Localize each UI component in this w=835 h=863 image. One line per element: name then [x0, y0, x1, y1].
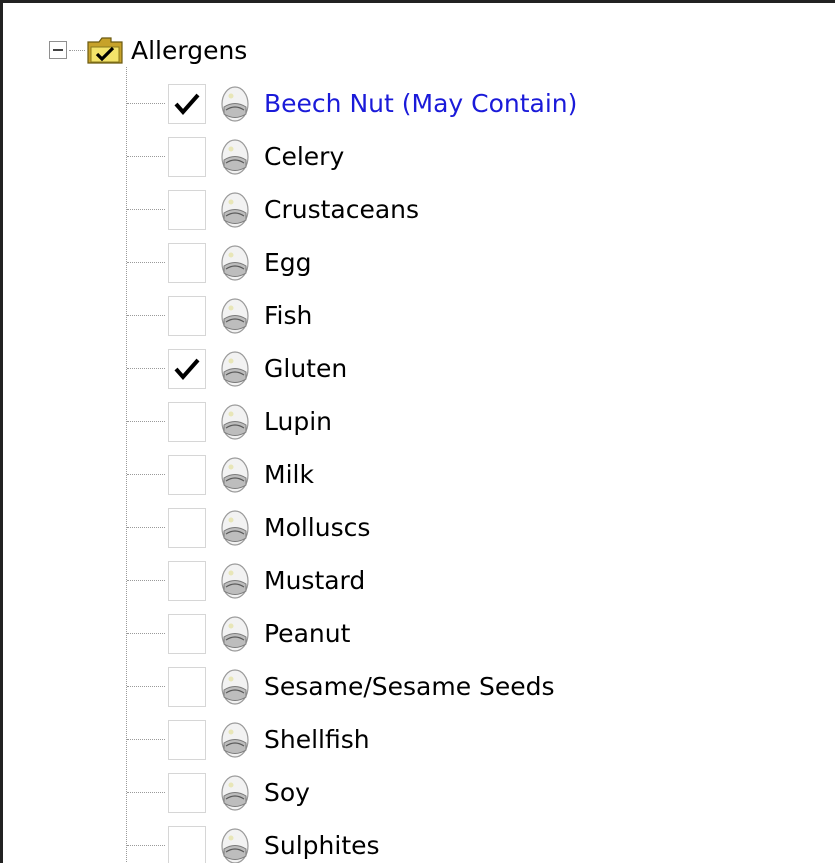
allergen-node-icon [221, 297, 249, 334]
node-checkbox[interactable] [168, 189, 206, 230]
node-checkbox[interactable] [168, 560, 206, 601]
tree-node[interactable]: Sulphites [127, 819, 577, 863]
tree-node[interactable]: Fish [127, 289, 577, 342]
node-checkbox[interactable] [168, 825, 206, 863]
allergen-tree-panel[interactable]: Allergens Beech Nut (May Contain) Celery C… [0, 0, 835, 863]
tree-root-label: Allergens [131, 35, 248, 65]
node-checkbox[interactable] [168, 613, 206, 654]
node-checkbox[interactable] [168, 83, 206, 124]
node-label: Lupin [264, 407, 332, 436]
tree-connector-line [127, 315, 165, 316]
tree-node[interactable]: Crustaceans [127, 183, 577, 236]
allergen-node-icon [221, 244, 249, 281]
node-checkbox[interactable] [168, 772, 206, 813]
tree-node[interactable]: Shellfish [127, 713, 577, 766]
node-label: Crustaceans [264, 195, 420, 224]
tree-connector-line [127, 103, 165, 104]
allergen-node-icon [221, 774, 249, 811]
allergen-node-icon [221, 509, 249, 546]
node-label: Sulphites [264, 831, 380, 860]
allergen-node-icon [221, 456, 249, 493]
allergen-node-icon [221, 668, 249, 705]
tree-connector-line [127, 845, 165, 846]
node-checkbox[interactable] [168, 242, 206, 283]
tree-node[interactable]: Milk [127, 448, 577, 501]
node-label: Sesame/Sesame Seeds [264, 672, 555, 701]
collapse-minus-icon[interactable] [49, 41, 67, 59]
allergen-node-icon [221, 85, 249, 122]
tree-connector-line [69, 49, 85, 51]
allergen-node-list: Beech Nut (May Contain) Celery Crustaceans… [127, 77, 577, 863]
tree-node[interactable]: Egg [127, 236, 577, 289]
tree-node[interactable]: Lupin [127, 395, 577, 448]
allergen-node-icon [221, 562, 249, 599]
tree-connector-line [127, 633, 165, 634]
tree-connector-line [127, 368, 165, 369]
tree-connector-line [127, 739, 165, 740]
tree-node[interactable]: Sesame/Sesame Seeds [127, 660, 577, 713]
node-label: Beech Nut (May Contain) [264, 89, 578, 118]
allergen-node-icon [221, 403, 249, 440]
tree-node[interactable]: Gluten [127, 342, 577, 395]
node-checkbox[interactable] [168, 507, 206, 548]
node-label: Milk [264, 460, 314, 489]
node-label: Gluten [264, 354, 348, 383]
node-label: Fish [264, 301, 313, 330]
node-checkbox[interactable] [168, 454, 206, 495]
tree-node[interactable]: Molluscs [127, 501, 577, 554]
node-checkbox[interactable] [168, 666, 206, 707]
tree-node[interactable]: Celery [127, 130, 577, 183]
tree-node[interactable]: Soy [127, 766, 577, 819]
allergen-node-icon [221, 138, 249, 175]
node-checkbox[interactable] [168, 295, 206, 336]
tree-root-allergens[interactable]: Allergens [49, 32, 247, 68]
allergen-node-icon [221, 350, 249, 387]
node-checkbox[interactable] [168, 719, 206, 760]
checked-folder-icon [87, 37, 123, 64]
node-label: Soy [264, 778, 310, 807]
tree-connector-line [127, 156, 165, 157]
tree-node[interactable]: Mustard [127, 554, 577, 607]
allergen-node-icon [221, 191, 249, 228]
tree-connector-line [127, 421, 165, 422]
node-label: Molluscs [264, 513, 371, 542]
tree-connector-line [127, 527, 165, 528]
node-checkbox[interactable] [168, 348, 206, 389]
tree-connector-line [127, 474, 165, 475]
allergen-node-icon [221, 827, 249, 863]
tree-connector-line [127, 792, 165, 793]
node-checkbox[interactable] [168, 136, 206, 177]
tree-node[interactable]: Beech Nut (May Contain) [127, 77, 577, 130]
node-label: Egg [264, 248, 312, 277]
tree-connector-line [127, 209, 165, 210]
node-label: Peanut [264, 619, 351, 648]
node-checkbox[interactable] [168, 401, 206, 442]
tree-node[interactable]: Peanut [127, 607, 577, 660]
node-label: Celery [264, 142, 345, 171]
tree-connector-line [127, 580, 165, 581]
node-label: Shellfish [264, 725, 370, 754]
tree-connector-line [127, 262, 165, 263]
tree-connector-line [127, 686, 165, 687]
allergen-node-icon [221, 615, 249, 652]
allergen-node-icon [221, 721, 249, 758]
node-label: Mustard [264, 566, 366, 595]
